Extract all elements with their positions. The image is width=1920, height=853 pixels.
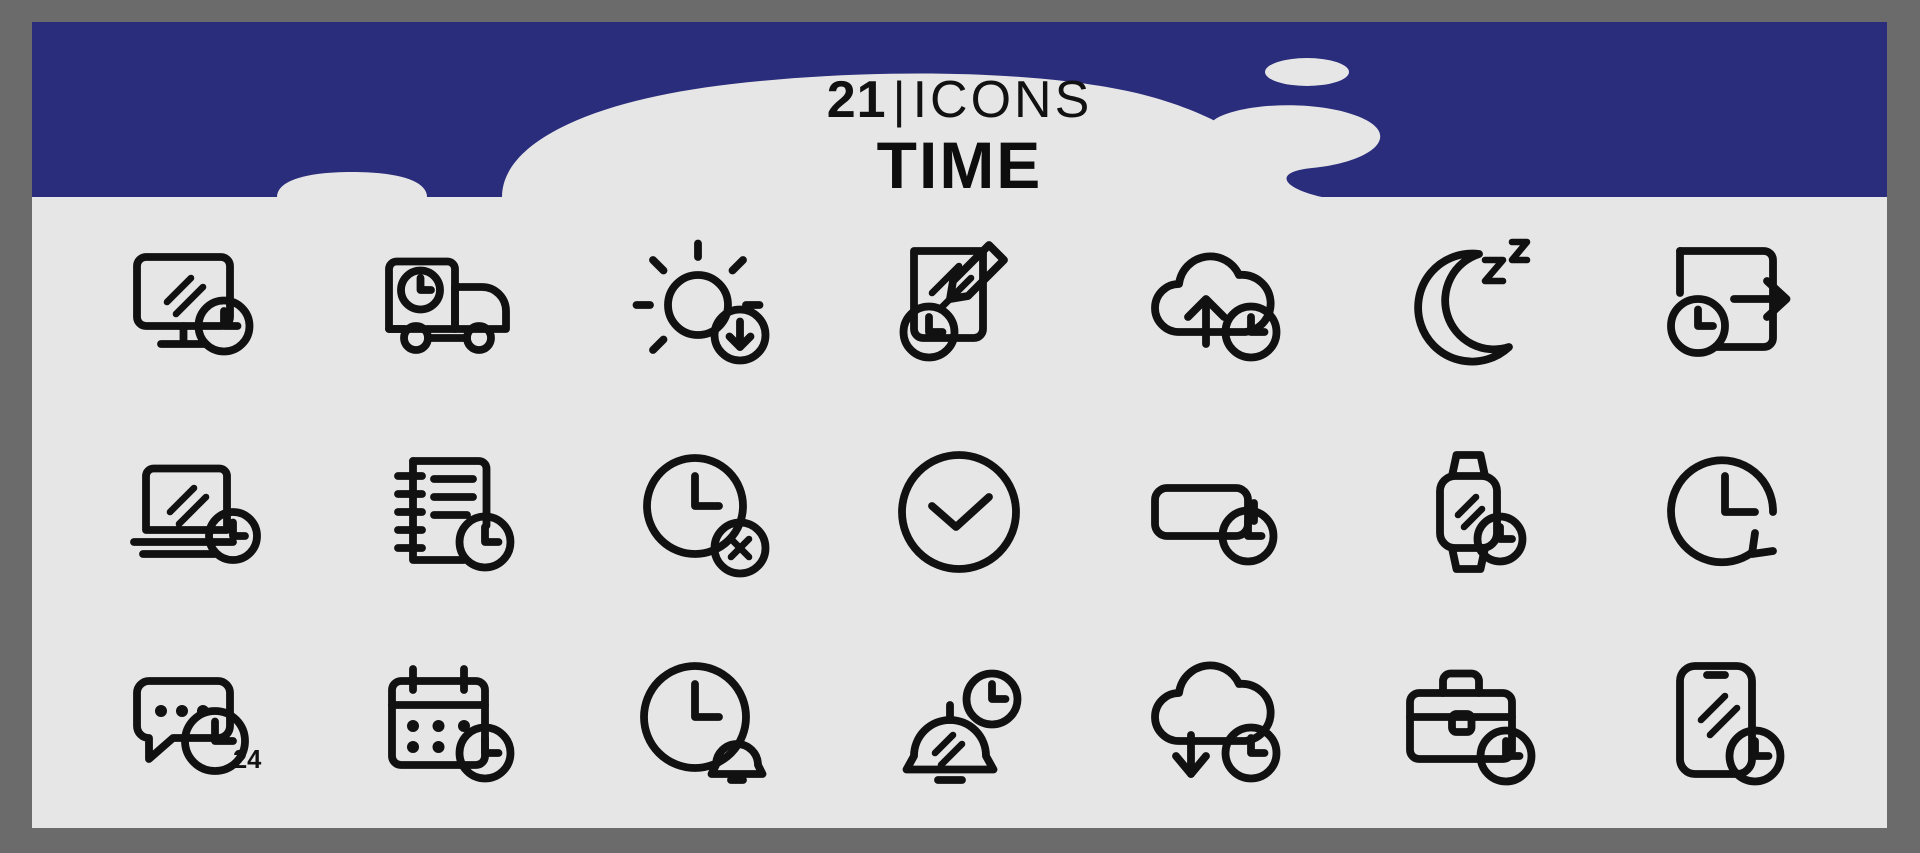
clock-alarm-bell-icon[interactable] [619, 638, 789, 808]
moon-sleep-icon[interactable] [1385, 217, 1555, 387]
clock-cancel-icon[interactable] [619, 427, 789, 597]
bell-clock-icon[interactable] [874, 638, 1044, 808]
chat-support-24-icon[interactable]: 24 [109, 638, 279, 808]
laptop-clock-icon[interactable] [109, 427, 279, 597]
notebook-clock-icon[interactable] [364, 427, 534, 597]
battery-clock-icon[interactable] [1130, 427, 1300, 597]
monitor-clock-icon[interactable] [109, 217, 279, 387]
smartwatch-clock-icon[interactable] [1385, 427, 1555, 597]
briefcase-clock-icon[interactable] [1385, 638, 1555, 808]
file-export-clock-icon[interactable] [1640, 217, 1810, 387]
chat-badge-24: 24 [233, 746, 262, 774]
clock-check-icon[interactable] [874, 427, 1044, 597]
sunset-clock-icon[interactable] [619, 217, 789, 387]
cloud-download-clock-icon[interactable] [1130, 638, 1300, 808]
clock-refresh-icon[interactable] [1640, 427, 1810, 597]
smartphone-clock-icon[interactable] [1640, 638, 1810, 808]
poster-canvas: 21 | ICONS TIME 24 [32, 22, 1887, 828]
banner-blob-dot [1265, 58, 1349, 86]
cloud-upload-clock-icon[interactable] [1130, 217, 1300, 387]
delivery-truck-clock-icon[interactable] [364, 217, 534, 387]
icon-grid: 24 [32, 197, 1887, 828]
note-pencil-clock-icon[interactable] [874, 217, 1044, 387]
header-banner [32, 22, 1887, 197]
calendar-clock-icon[interactable] [364, 638, 534, 808]
